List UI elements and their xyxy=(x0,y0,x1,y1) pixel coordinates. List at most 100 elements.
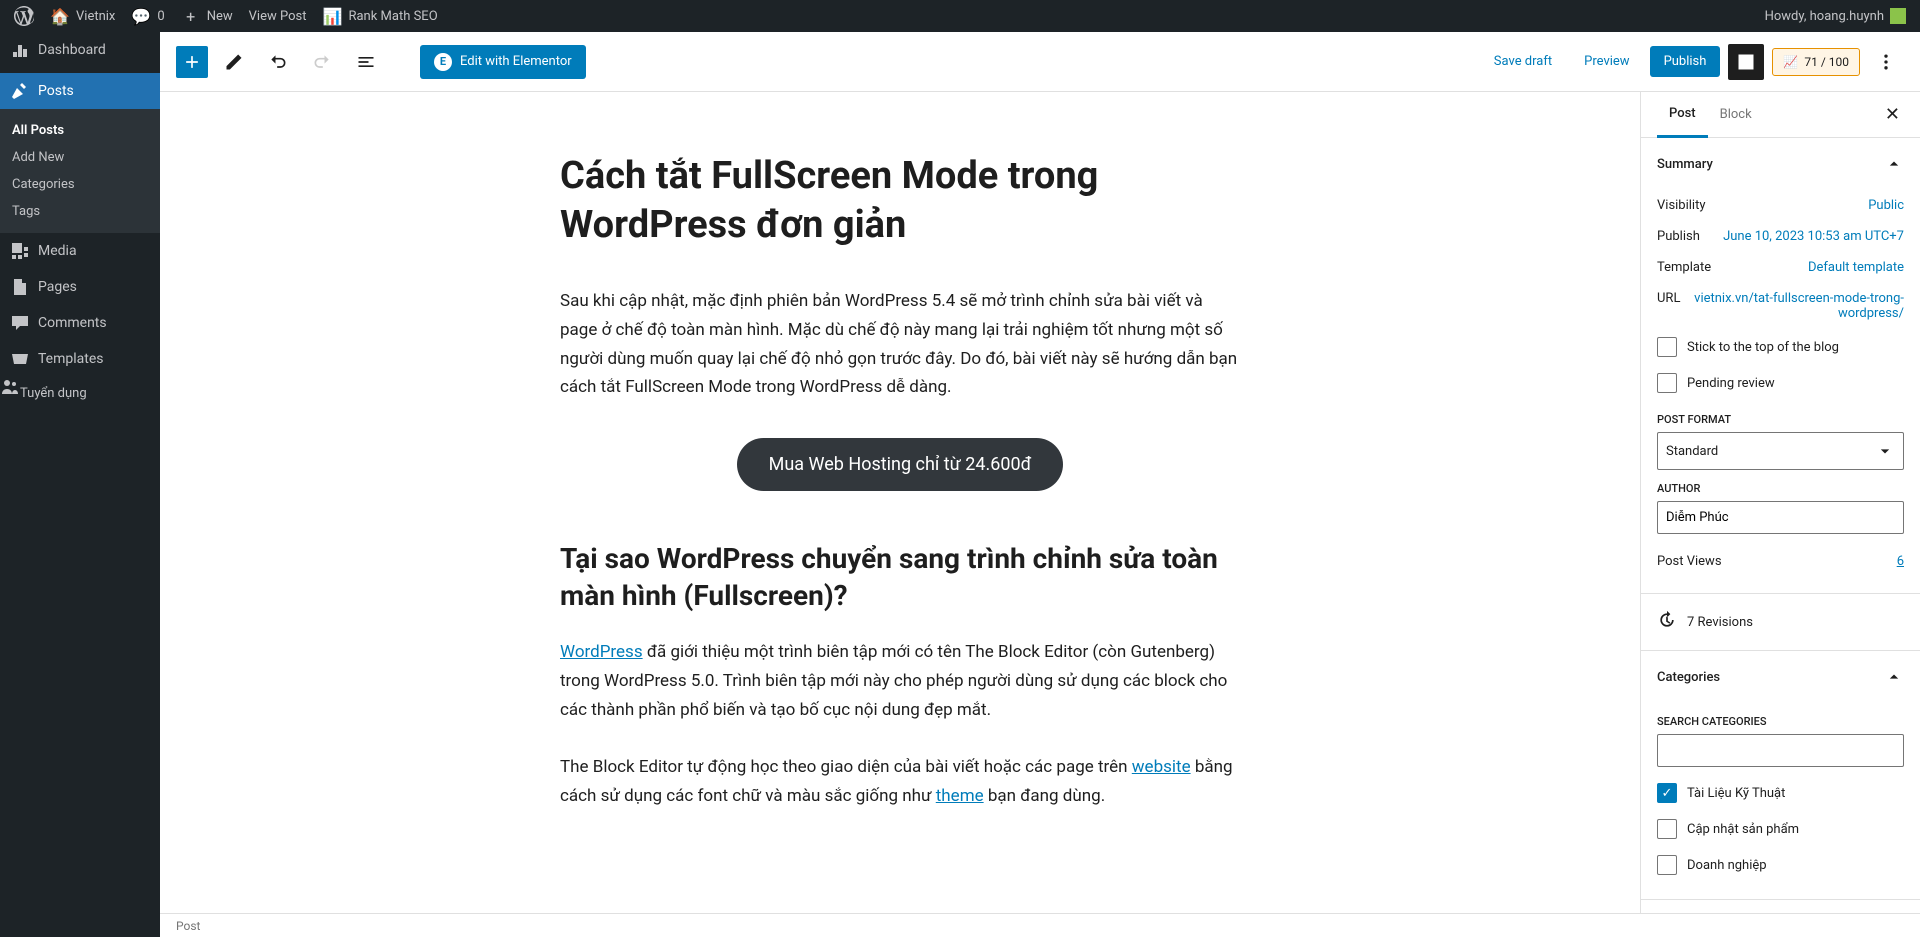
post-format-select[interactable]: Standard xyxy=(1657,432,1904,470)
paragraph-2[interactable]: WordPress đã giới thiệu một trình biên t… xyxy=(560,638,1240,725)
site-name[interactable]: 🏠Vietnix xyxy=(42,0,123,32)
rank-math-score[interactable]: 📈71 / 100 xyxy=(1772,48,1860,76)
submenu-tags[interactable]: Tags xyxy=(0,198,160,225)
wp-logo[interactable] xyxy=(6,0,42,32)
more-options-button[interactable] xyxy=(1868,44,1904,80)
tab-block[interactable]: Block xyxy=(1708,93,1764,136)
summary-header[interactable]: Summary xyxy=(1641,138,1920,190)
chevron-up-icon xyxy=(1884,667,1904,687)
visibility-label: Visibility xyxy=(1657,198,1706,213)
templates-icon xyxy=(10,349,30,369)
editor-toolbar: EEdit with Elementor Save draft Preview … xyxy=(160,32,1920,92)
elementor-icon: E xyxy=(434,53,452,71)
section-heading[interactable]: Tại sao WordPress chuyển sang trình chỉn… xyxy=(560,541,1240,614)
preview-button[interactable]: Preview xyxy=(1572,46,1641,77)
wordpress-icon xyxy=(14,6,34,26)
media-icon xyxy=(10,241,30,261)
new-content[interactable]: +New xyxy=(173,0,241,32)
stick-checkbox[interactable] xyxy=(1657,337,1677,357)
stick-label: Stick to the top of the blog xyxy=(1687,340,1839,355)
cat1-label: Tài Liệu Kỹ Thuật xyxy=(1687,786,1785,801)
cat2-checkbox[interactable] xyxy=(1657,819,1677,839)
my-account[interactable]: Howdy, hoang.huynh xyxy=(1757,0,1914,32)
theme-link[interactable]: theme xyxy=(936,786,984,806)
cat1-checkbox[interactable]: ✓ xyxy=(1657,783,1677,803)
menu-pages[interactable]: Pages xyxy=(0,269,160,305)
post-views-label: Post Views xyxy=(1657,554,1722,569)
history-icon xyxy=(1657,610,1677,634)
add-block-button[interactable] xyxy=(176,46,208,78)
cat3-checkbox[interactable] xyxy=(1657,855,1677,875)
pages-icon xyxy=(10,277,30,297)
url-label: URL xyxy=(1657,291,1680,321)
publish-value[interactable]: June 10, 2023 10:53 am UTC+7 xyxy=(1723,229,1904,244)
editor-body: Cách tắt FullScreen Mode trong WordPress… xyxy=(160,92,1920,913)
url-value[interactable]: vietnix.vn/tat-fullscreen-mode-trong-wor… xyxy=(1692,291,1904,321)
admin-bar: 🏠Vietnix 💬0 +New View Post 📊Rank Math SE… xyxy=(0,0,1920,32)
menu-templates[interactable]: Templates xyxy=(0,341,160,377)
cta-button[interactable]: Mua Web Hosting chỉ từ 24.600đ xyxy=(737,438,1064,491)
post-views-value[interactable]: 6 xyxy=(1897,554,1904,569)
users-icon xyxy=(0,377,20,397)
close-panel-button[interactable]: ✕ xyxy=(1881,100,1904,129)
summary-section: Summary Visibility Public Publish June 10,… xyxy=(1641,138,1920,594)
trend-icon: 📈 xyxy=(1783,55,1798,69)
chart-icon: 📊 xyxy=(322,6,342,26)
submenu-add-new[interactable]: Add New xyxy=(0,144,160,171)
save-draft-button[interactable]: Save draft xyxy=(1482,46,1564,77)
comments-icon xyxy=(10,313,30,333)
posts-submenu: All Posts Add New Categories Tags xyxy=(0,109,160,233)
home-icon: 🏠 xyxy=(50,6,70,26)
categories-header[interactable]: Categories xyxy=(1641,651,1920,703)
search-categories-input[interactable] xyxy=(1657,734,1904,767)
undo-button[interactable] xyxy=(260,44,296,80)
categories-section: Categories SEARCH CATEGORIES ✓ Tài Liệu K… xyxy=(1641,651,1920,900)
pending-checkbox[interactable] xyxy=(1657,373,1677,393)
wordpress-link[interactable]: WordPress xyxy=(560,642,643,662)
chevron-up-icon xyxy=(1884,154,1904,174)
author-heading: AUTHOR xyxy=(1657,482,1904,495)
publish-button[interactable]: Publish xyxy=(1650,46,1721,77)
admin-sidebar: Dashboard Posts All Posts Add New Catego… xyxy=(0,32,160,937)
visibility-value[interactable]: Public xyxy=(1868,198,1904,213)
submenu-all-posts[interactable]: All Posts xyxy=(0,117,160,144)
tools-button[interactable] xyxy=(216,44,252,80)
website-link[interactable]: website xyxy=(1132,757,1191,777)
cat2-label: Cập nhật sản phẩm xyxy=(1687,822,1799,837)
content-area[interactable]: Cách tắt FullScreen Mode trong WordPress… xyxy=(160,92,1640,913)
footer-breadcrumb: Post xyxy=(160,913,1920,937)
redo-button[interactable] xyxy=(304,44,340,80)
template-label: Template xyxy=(1657,260,1711,275)
intro-paragraph[interactable]: Sau khi cập nhật, mặc định phiên bản Wor… xyxy=(560,287,1240,403)
menu-comments[interactable]: Comments xyxy=(0,305,160,341)
cat3-label: Doanh nghiệp xyxy=(1687,858,1767,873)
pending-label: Pending review xyxy=(1687,376,1775,391)
edit-with-elementor-button[interactable]: EEdit with Elementor xyxy=(420,45,586,79)
avatar-icon xyxy=(1890,8,1906,24)
publish-label: Publish xyxy=(1657,229,1700,244)
comments-link[interactable]: 💬0 xyxy=(123,0,172,32)
menu-media[interactable]: Media xyxy=(0,233,160,269)
paragraph-3[interactable]: The Block Editor tự động học theo giao d… xyxy=(560,753,1240,811)
dashboard-icon xyxy=(10,40,30,60)
menu-posts[interactable]: Posts xyxy=(0,73,160,109)
settings-toggle-button[interactable] xyxy=(1728,44,1764,80)
template-value[interactable]: Default template xyxy=(1808,260,1904,275)
tab-post[interactable]: Post xyxy=(1657,92,1708,138)
document-overview-button[interactable] xyxy=(348,44,384,80)
search-categories-heading: SEARCH CATEGORIES xyxy=(1657,715,1904,728)
revisions-button[interactable]: 7 Revisions xyxy=(1641,594,1920,651)
menu-dashboard[interactable]: Dashboard xyxy=(0,32,160,68)
plus-icon: + xyxy=(181,6,201,26)
panel-tabs: Post Block ✕ xyxy=(1641,92,1920,138)
submenu-categories[interactable]: Categories xyxy=(0,171,160,198)
rank-math-seo[interactable]: 📊Rank Math SEO xyxy=(314,0,445,32)
author-input[interactable] xyxy=(1657,501,1904,534)
post-title[interactable]: Cách tắt FullScreen Mode trong WordPress… xyxy=(560,152,1240,251)
editor-main: EEdit with Elementor Save draft Preview … xyxy=(160,32,1920,937)
comment-icon: 💬 xyxy=(131,6,151,26)
post-format-heading: POST FORMAT xyxy=(1657,413,1904,426)
chevron-down-icon xyxy=(1875,441,1895,461)
view-post[interactable]: View Post xyxy=(241,0,315,32)
pin-icon xyxy=(10,81,30,101)
